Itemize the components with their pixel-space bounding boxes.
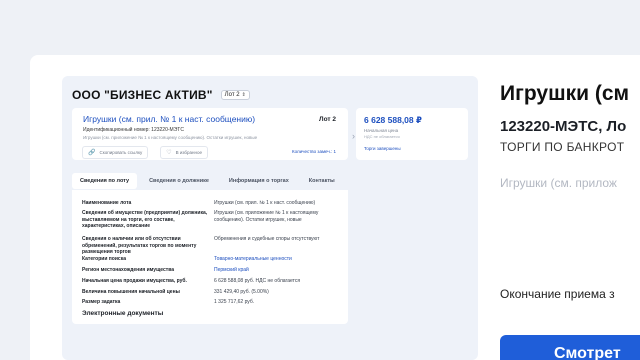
tab-contacts[interactable]: Контакты <box>301 173 343 189</box>
view-button-label: Смотрет <box>554 345 621 360</box>
lot-details: Наименование лота Игрушки (см. прил. № 1… <box>72 190 348 324</box>
price-card: 6 628 588,08 ₽ Начальная цена НДС не обл… <box>356 108 468 160</box>
view-button[interactable]: Смотрет <box>500 335 640 360</box>
lot-selector-value: Лот 2 <box>224 92 240 98</box>
lot-selector[interactable]: Лот 2 ⇕ <box>220 90 250 100</box>
company-header: ООО "БИЗНЕС АКТИВ" Лот 2 ⇕ <box>72 88 250 102</box>
detail-row: Регион местонахождения имущества Пермски… <box>82 267 342 274</box>
lot-actions: 🔗 Скопировать ссылку ♡ В избранное <box>82 146 208 159</box>
updown-icon: ⇕ <box>241 91 246 98</box>
page-description: Игрушки (см. прилож <box>500 176 617 190</box>
favorites-label: В избранное <box>175 150 202 155</box>
lot-description: Игрушки (см. приложение № 1 к настоящему… <box>83 135 258 140</box>
price-vat: НДС не облагается <box>364 134 400 139</box>
page-subtitle: 123220-МЭТС, Ло <box>500 118 627 135</box>
price-label: Начальная цена <box>364 128 399 133</box>
detail-value-link[interactable]: Товарно-материальные ценности <box>214 256 342 263</box>
favorites-button[interactable]: ♡ В избранное <box>160 146 208 159</box>
detail-key: Размер задатка <box>82 299 121 305</box>
detail-row: Наименование лота Игрушки (см. прил. № 1… <box>82 200 342 207</box>
chevron-right-icon[interactable]: › <box>352 131 355 141</box>
detail-value-link[interactable]: Пермский край <box>214 267 342 274</box>
detail-value: 1 325 717,62 руб. <box>214 299 255 305</box>
price-value: 6 628 588,08 ₽ <box>364 115 422 125</box>
lot-title[interactable]: Игрушки (см. прил. № 1 к наст. сообщению… <box>83 114 255 124</box>
detail-row: Начальная цена продажи имущества, руб. 6… <box>82 278 342 285</box>
copy-link-label: Скопировать ссылку <box>99 150 143 155</box>
auction-status[interactable]: Торги завершены <box>364 146 401 151</box>
lot-identifier: Идентификационный номер: 123220-МЭТС <box>83 127 184 133</box>
detail-value: 331 429,40 руб. (5.00%) <box>214 289 269 295</box>
auction-type: ТОРГИ ПО БАНКРОТ <box>500 140 625 154</box>
lot-tabs: Сведения по лоту Сведения о должнике Инф… <box>72 172 348 190</box>
detail-key: Наименование лота <box>82 200 132 206</box>
detail-row: Категории поиска Товарно-материальные це… <box>82 256 342 263</box>
detail-key: Сведения о наличии или об отсутствии обр… <box>82 236 197 255</box>
tab-debtor-info[interactable]: Сведения о должнике <box>141 173 217 189</box>
heart-icon: ♡ <box>166 150 172 156</box>
link-icon: 🔗 <box>88 150 96 156</box>
detail-row: Величина повышения начальной цены 331 42… <box>82 289 342 296</box>
protocols-link[interactable]: Количество замеч.: 1 <box>292 149 336 154</box>
acceptance-end-label: Окончание приема з <box>500 287 615 301</box>
tab-auction-info[interactable]: Информация о торгах <box>221 173 297 189</box>
detail-key: Категории поиска <box>82 256 126 262</box>
detail-value: Обременения и судебные споры отсутствуют <box>214 236 320 242</box>
detail-row: Сведения о наличии или об отсутствии обр… <box>82 236 342 256</box>
lot-card[interactable]: Игрушки (см. прил. № 1 к наст. сообщению… <box>72 108 348 160</box>
detail-key: Начальная цена продажи имущества, руб. <box>82 278 187 284</box>
detail-value: Игрушки (см. прил. № 1 к наст. сообщению… <box>214 200 316 206</box>
detail-row: Сведения об имуществе (предприятии) долж… <box>82 210 342 230</box>
company-name: ООО "БИЗНЕС АКТИВ" <box>72 88 213 102</box>
detail-value: Игрушки (см. приложение № 1 к настоящему… <box>214 210 319 223</box>
detail-row: Размер задатка 1 325 717,62 руб. <box>82 299 342 306</box>
detail-value: 6 628 588,08 руб. НДС не облагается <box>214 278 301 284</box>
detail-key: Величина повышения начальной цены <box>82 289 180 295</box>
tab-lot-info[interactable]: Сведения по лоту <box>72 173 138 189</box>
page-title: Игрушки (см <box>500 82 630 105</box>
documents-heading: Электронные документы <box>82 310 164 317</box>
copy-link-button[interactable]: 🔗 Скопировать ссылку <box>82 146 149 159</box>
detail-key: Сведения об имуществе (предприятии) долж… <box>82 210 208 229</box>
detail-key: Регион местонахождения имущества <box>82 267 175 273</box>
lot-number: Лот 2 <box>319 116 336 123</box>
